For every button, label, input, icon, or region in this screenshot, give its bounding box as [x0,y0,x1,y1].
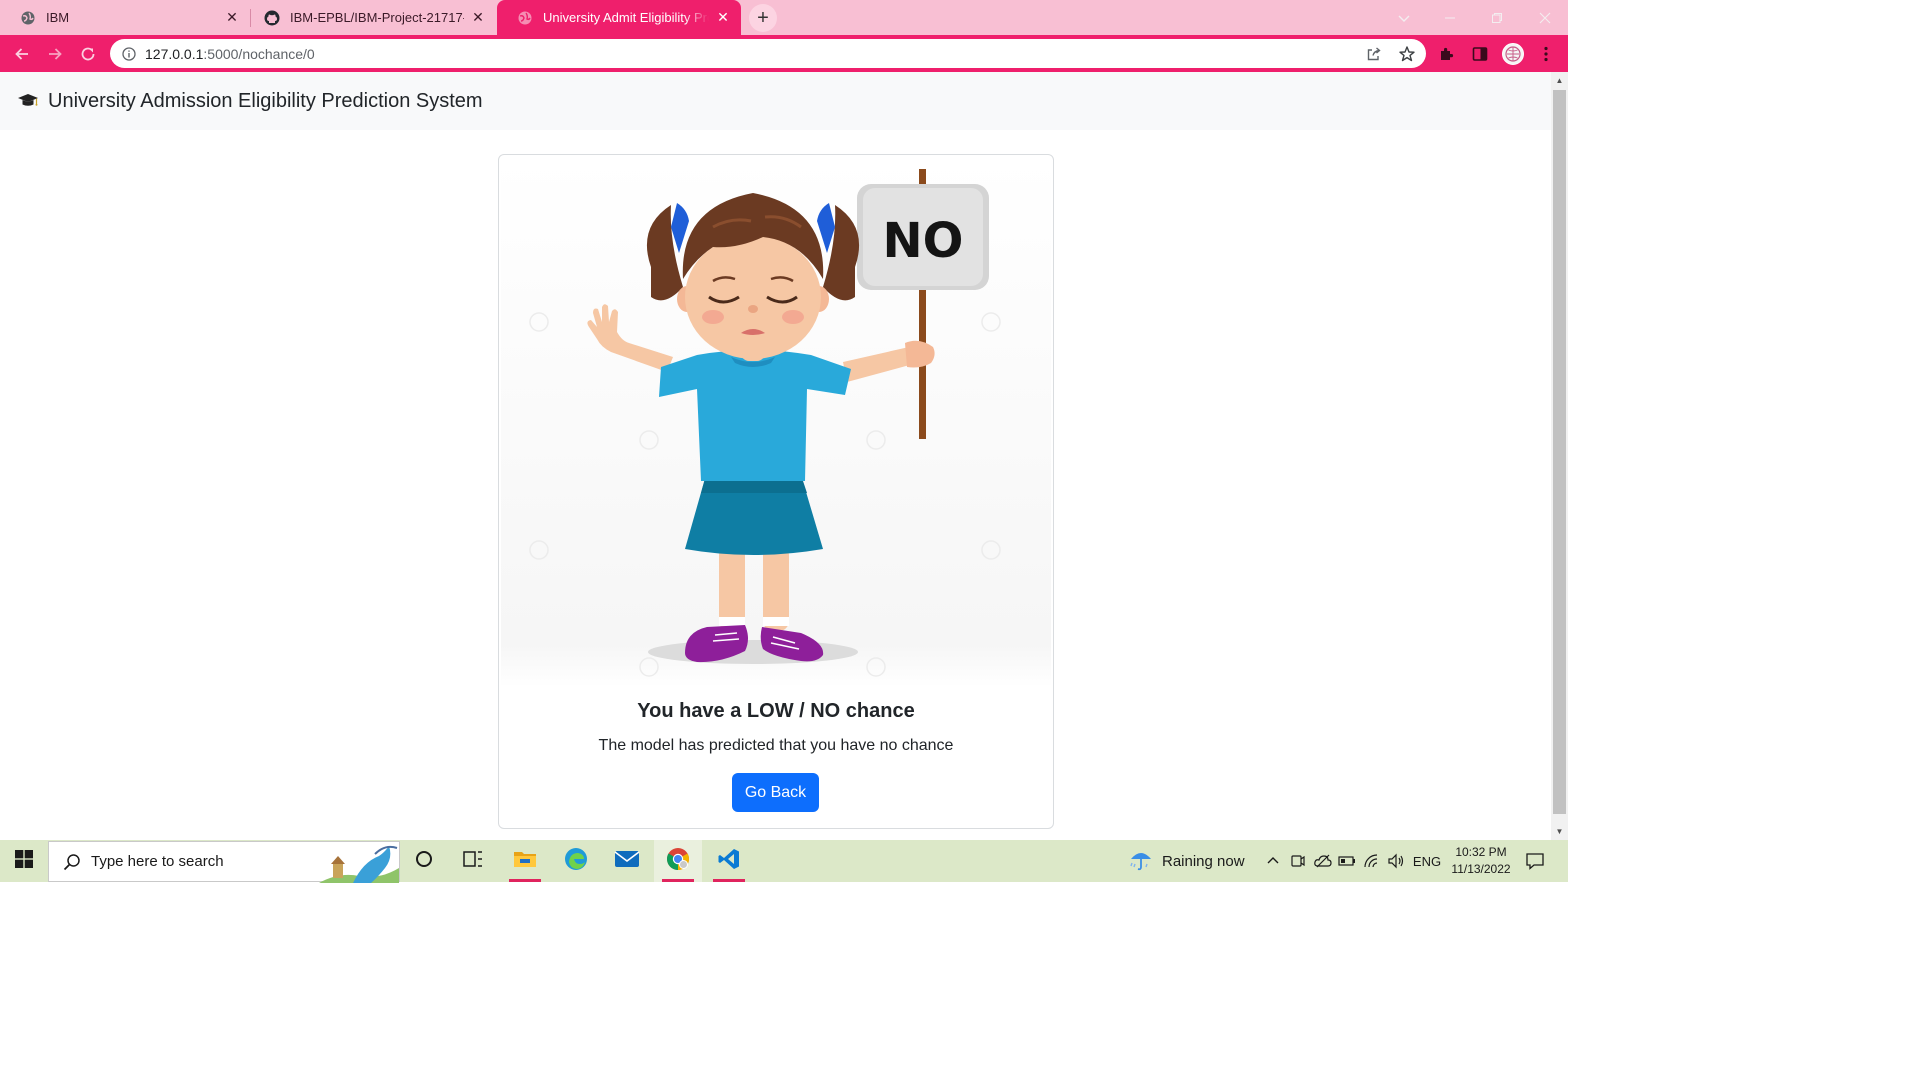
taskbar-search-box[interactable]: Type here to search [48,841,400,883]
globe-icon [517,10,533,26]
language-indicator[interactable]: ENG [1411,840,1443,882]
clock-time: 10:32 PM [1455,845,1507,859]
tab-title: University Admit Eligibility Predic [543,10,709,25]
folder-icon [513,849,537,874]
start-button[interactable] [0,840,48,882]
tab-search-chevron-icon[interactable] [1381,0,1427,35]
windows-logo-icon [15,849,33,873]
taskbar-file-explorer[interactable] [501,840,549,882]
minimize-button[interactable] [1427,0,1473,35]
search-placeholder: Type here to search [91,853,224,870]
tab-strip: IBM ✕ IBM-EPBL/IBM-Project-21717-16 ✕ Un… [0,0,1568,35]
tab-github[interactable]: IBM-EPBL/IBM-Project-21717-16 ✕ [244,0,496,35]
url-host: 127.0.0.1 [145,45,204,62]
extensions-icon[interactable] [1437,44,1457,64]
github-icon [264,10,280,26]
search-highlight-illustration [319,842,399,883]
sign-text: NO [883,213,964,269]
browser-toolbar: 127.0.0.1:5000/nochance/0 [0,35,1568,72]
vscode-icon [717,847,741,876]
page-brand-title[interactable]: University Admission Eligibility Predict… [48,90,483,113]
task-view-icon [463,850,483,873]
onedrive-icon[interactable] [1312,840,1334,882]
weather-widget[interactable]: Raining now [1128,840,1245,882]
profile-avatar[interactable] [1502,43,1524,65]
taskbar-mail[interactable] [603,840,651,882]
address-bar[interactable]: 127.0.0.1:5000/nochance/0 [110,39,1426,68]
page-scrollbar[interactable]: ▲ ▼ [1551,72,1568,840]
close-icon[interactable]: ✕ [715,9,731,26]
new-tab-button[interactable]: + [749,4,777,32]
volume-icon[interactable] [1385,840,1407,882]
scroll-up-arrow-icon[interactable]: ▲ [1551,72,1568,89]
windows-taskbar: Type here to search Raining now ENG 10:3… [0,840,1568,883]
result-card: NO You have a LOW / NO chance The model … [498,154,1054,829]
running-indicator [509,879,541,882]
clock-date: 11/13/2022 [1451,862,1511,876]
globe-icon [20,10,36,26]
page-viewport: University Admission Eligibility Predict… [0,72,1551,840]
girl-holding-no-sign-illustration: NO [501,157,1051,687]
taskbar-edge[interactable] [552,840,600,882]
result-title: You have a LOW / NO chance [637,700,915,722]
search-icon [63,853,81,871]
forward-button[interactable] [42,41,68,67]
system-clock[interactable]: 10:32 PM 11/13/2022 [1446,844,1516,878]
meet-now-icon[interactable] [1288,840,1308,882]
task-view-button[interactable] [449,840,497,882]
tab-title: IBM [46,10,70,25]
close-icon[interactable]: ✕ [470,9,486,26]
reload-button[interactable] [75,41,101,67]
wifi-icon[interactable] [1361,840,1383,882]
tab-university-admit[interactable]: University Admit Eligibility Predic ✕ [497,0,741,35]
cortana-circle-icon [415,850,433,873]
rain-umbrella-icon [1128,846,1154,877]
site-info-icon[interactable] [121,46,137,62]
cortana-button[interactable] [400,840,448,882]
close-window-button[interactable] [1522,0,1568,35]
page-navbar: University Admission Eligibility Predict… [0,72,1551,130]
running-indicator [713,879,745,882]
close-icon[interactable]: ✕ [224,9,240,26]
back-button[interactable] [9,41,35,67]
side-panel-icon[interactable] [1470,44,1490,64]
bookmark-star-icon[interactable] [1398,45,1416,63]
url-path: :5000/nochance/0 [203,45,315,62]
url-text[interactable]: 127.0.0.1:5000/nochance/0 [145,46,315,62]
battery-icon[interactable] [1337,840,1357,882]
show-hidden-icons-chevron-icon[interactable] [1263,840,1283,882]
tab-ibm[interactable]: IBM ✕ [0,0,250,35]
running-indicator [662,879,694,882]
taskbar-vscode[interactable] [705,840,753,882]
go-back-button[interactable]: Go Back [732,773,819,812]
restore-button[interactable] [1474,0,1520,35]
scroll-down-arrow-icon[interactable]: ▼ [1551,823,1568,840]
scrollbar-thumb[interactable] [1553,90,1566,814]
tab-title: IBM-EPBL/IBM-Project-21717-16 [290,10,464,25]
graduation-cap-icon [17,90,39,112]
notification-center-icon[interactable] [1522,840,1548,882]
taskbar-chrome[interactable] [654,840,702,882]
result-description: The model has predicted that you have no… [598,737,954,754]
menu-kebab-icon[interactable] [1536,44,1556,64]
mail-icon [614,849,640,874]
chrome-icon [666,847,690,876]
edge-icon [564,847,588,876]
weather-text: Raining now [1162,852,1245,870]
share-icon[interactable] [1365,45,1383,63]
